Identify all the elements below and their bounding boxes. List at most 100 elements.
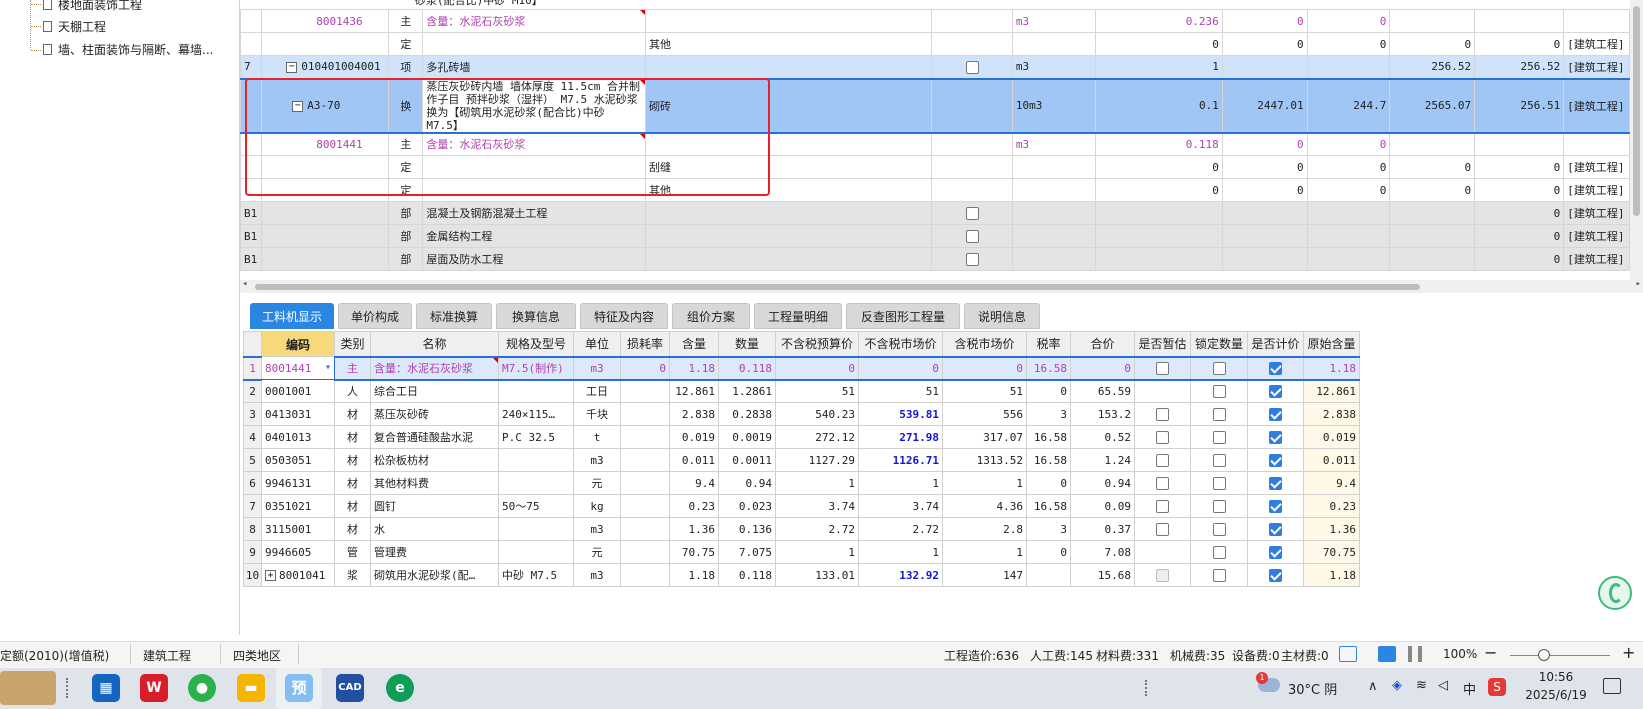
cell-est[interactable] <box>1134 540 1191 564</box>
cell-budget[interactable]: 1 <box>775 471 859 495</box>
checkbox[interactable] <box>1156 499 1169 513</box>
item-value[interactable]: 0 <box>1306 9 1391 33</box>
cell-loss[interactable] <box>620 471 670 495</box>
cell-type[interactable]: 主 <box>334 355 371 381</box>
item-value[interactable] <box>1306 224 1391 248</box>
cell-lock[interactable] <box>1190 540 1248 564</box>
checkbox[interactable] <box>1212 385 1226 398</box>
item-checkbox-cell[interactable] <box>931 155 1013 179</box>
volume-icon[interactable]: ◁ <box>1438 678 1448 693</box>
cell-loss[interactable] <box>620 402 670 426</box>
status-project-type[interactable]: 建筑工程 <box>143 647 191 664</box>
cell-budget[interactable]: 3.74 <box>775 494 859 518</box>
tab-quantity-detail[interactable]: 工程量明细 <box>754 303 842 329</box>
checkbox[interactable] <box>965 229 979 243</box>
table-row[interactable]: 8 3115001 材 水 m3 1.36 0.136 2.72 2.72 2.8 3 0.37 1.3… <box>243 517 1360 541</box>
item-type[interactable]: 项 <box>388 55 424 79</box>
cell-budget[interactable]: 133.01 <box>775 563 859 587</box>
cell-name[interactable]: 松杂板枋材 <box>370 448 499 472</box>
scroll-left-icon[interactable]: ◂ <box>242 279 247 289</box>
item-composite-price[interactable] <box>1389 9 1476 33</box>
tree-item-wall[interactable]: 墙、柱面装饰与隔断、幕墙... <box>43 39 213 61</box>
tab-conversion-info[interactable]: 换算信息 <box>496 303 576 329</box>
cell-qty[interactable]: 0.118 <box>718 355 776 381</box>
file-explorer-icon[interactable]: ▬ <box>237 674 265 702</box>
zoom-out-icon[interactable]: − <box>1484 643 1497 662</box>
tab-features[interactable]: 特征及内容 <box>580 303 668 329</box>
item-spec[interactable] <box>645 132 933 156</box>
item-row[interactable]: B1 部 混凝土及钢筋混凝土工程 0 [建筑工程] <box>240 201 1630 225</box>
item-quantity[interactable]: 0.236 <box>1094 9 1223 33</box>
floating-assistant-button[interactable] <box>1598 576 1632 610</box>
tab-reverse-graphic-quantity[interactable]: 反查图形工程量 <box>846 303 960 329</box>
checked-checkbox[interactable] <box>1269 476 1282 490</box>
item-unit[interactable] <box>1011 155 1096 179</box>
checked-checkbox[interactable] <box>1269 385 1282 398</box>
item-type[interactable]: 换 <box>388 77 424 134</box>
item-unit[interactable] <box>1011 201 1096 225</box>
cell-price[interactable] <box>1247 471 1304 495</box>
item-category[interactable]: [建筑工程] <box>1563 224 1630 248</box>
cell-name[interactable]: 综合工日 <box>370 379 499 403</box>
table-row[interactable]: 4 0401013 材 复合普通硅酸盐水泥 P.C 32.5 t 0.019 0.0019 27… <box>243 425 1360 449</box>
item-unit-price[interactable]: 2447.01 <box>1221 77 1308 134</box>
cell-market[interactable]: 1126.71 <box>858 448 943 472</box>
chevron-down-icon[interactable]: ▾ <box>325 362 331 373</box>
item-row[interactable]: 定 其他 0 0 0 0 0 [建筑工程] <box>240 178 1630 202</box>
cell-unit[interactable]: kg <box>573 494 621 518</box>
item-name[interactable] <box>422 178 647 202</box>
item-unit-price[interactable]: 0 <box>1221 32 1308 56</box>
cell-orig[interactable]: 1.18 <box>1303 355 1360 381</box>
item-total[interactable]: 256.51 <box>1474 77 1565 134</box>
checkbox[interactable] <box>1156 568 1169 582</box>
cell-spec[interactable]: M7.5(制作) <box>498 355 574 381</box>
checkbox[interactable] <box>965 252 979 266</box>
item-name[interactable]: 多孔砖墙 <box>422 55 647 79</box>
item-category[interactable]: [建筑工程] <box>1563 155 1630 179</box>
item-value[interactable]: 0 <box>1306 132 1391 156</box>
cell-content[interactable]: 9.4 <box>669 471 719 495</box>
cell-total[interactable]: 65.59 <box>1070 379 1135 403</box>
cell-taxmarket[interactable]: 1 <box>942 540 1027 564</box>
collapse-icon[interactable]: − <box>292 100 304 112</box>
cell-price[interactable] <box>1247 563 1304 587</box>
checkbox[interactable] <box>1156 430 1169 444</box>
cell-code[interactable]: 8001441 ▾ <box>261 356 335 380</box>
column-header[interactable]: 规格及型号 <box>498 331 574 357</box>
cell-market[interactable]: 1 <box>858 471 943 495</box>
cell-type[interactable]: 材 <box>334 402 371 426</box>
item-category[interactable]: [建筑工程] <box>1563 32 1630 56</box>
chevron-up-icon[interactable]: ∧ <box>1368 679 1378 694</box>
column-header[interactable]: 损耗率 <box>620 331 670 357</box>
item-row[interactable]: 7 −010401004001 项多孔砖墙 m3 1 256.52 256.52 [建筑工程] <box>240 55 1630 79</box>
cell-qty[interactable]: 0.94 <box>718 471 776 495</box>
item-unit[interactable] <box>1011 224 1096 248</box>
wps-icon[interactable]: W <box>140 674 168 702</box>
item-unit-price[interactable]: 0 <box>1221 178 1308 202</box>
zoom-slider-thumb[interactable] <box>1538 649 1550 661</box>
checkbox[interactable] <box>1156 453 1169 467</box>
cell-est[interactable] <box>1134 355 1191 381</box>
calculator-icon[interactable]: ▦ <box>92 674 120 702</box>
item-unit[interactable]: m3 <box>1011 55 1096 79</box>
cell-market[interactable]: 51 <box>858 379 943 403</box>
cell-orig[interactable]: 1.36 <box>1303 517 1360 541</box>
item-code[interactable] <box>261 178 390 202</box>
checked-checkbox[interactable] <box>1269 407 1282 421</box>
item-checkbox-cell[interactable] <box>931 32 1013 56</box>
cell-lock[interactable] <box>1190 517 1248 541</box>
item-row[interactable]: 定 刮缝 0 0 0 0 0 [建筑工程] <box>240 155 1630 179</box>
item-checkbox-cell[interactable] <box>931 247 1013 271</box>
cell-price[interactable] <box>1247 494 1304 518</box>
cell-name[interactable]: 复合普通硅酸盐水泥 <box>370 425 499 449</box>
column-header[interactable]: 锁定数量 <box>1190 331 1248 357</box>
item-code[interactable] <box>261 247 390 271</box>
item-value[interactable]: 244.7 <box>1306 77 1391 134</box>
cell-rate[interactable]: 16.58 <box>1026 355 1071 381</box>
item-total[interactable]: 0 <box>1474 224 1565 248</box>
cell-lock[interactable] <box>1190 471 1248 495</box>
cell-name[interactable]: 含量：水泥石灰砂浆 <box>370 355 499 381</box>
cell-est[interactable] <box>1134 517 1191 541</box>
item-composite-price[interactable]: 2565.07 <box>1389 77 1476 134</box>
item-name[interactable]: 蒸压灰砂砖内墙 墙体厚度 11.5cm 合并制作子目 预拌砂浆（湿拌） M7.5… <box>422 77 647 134</box>
